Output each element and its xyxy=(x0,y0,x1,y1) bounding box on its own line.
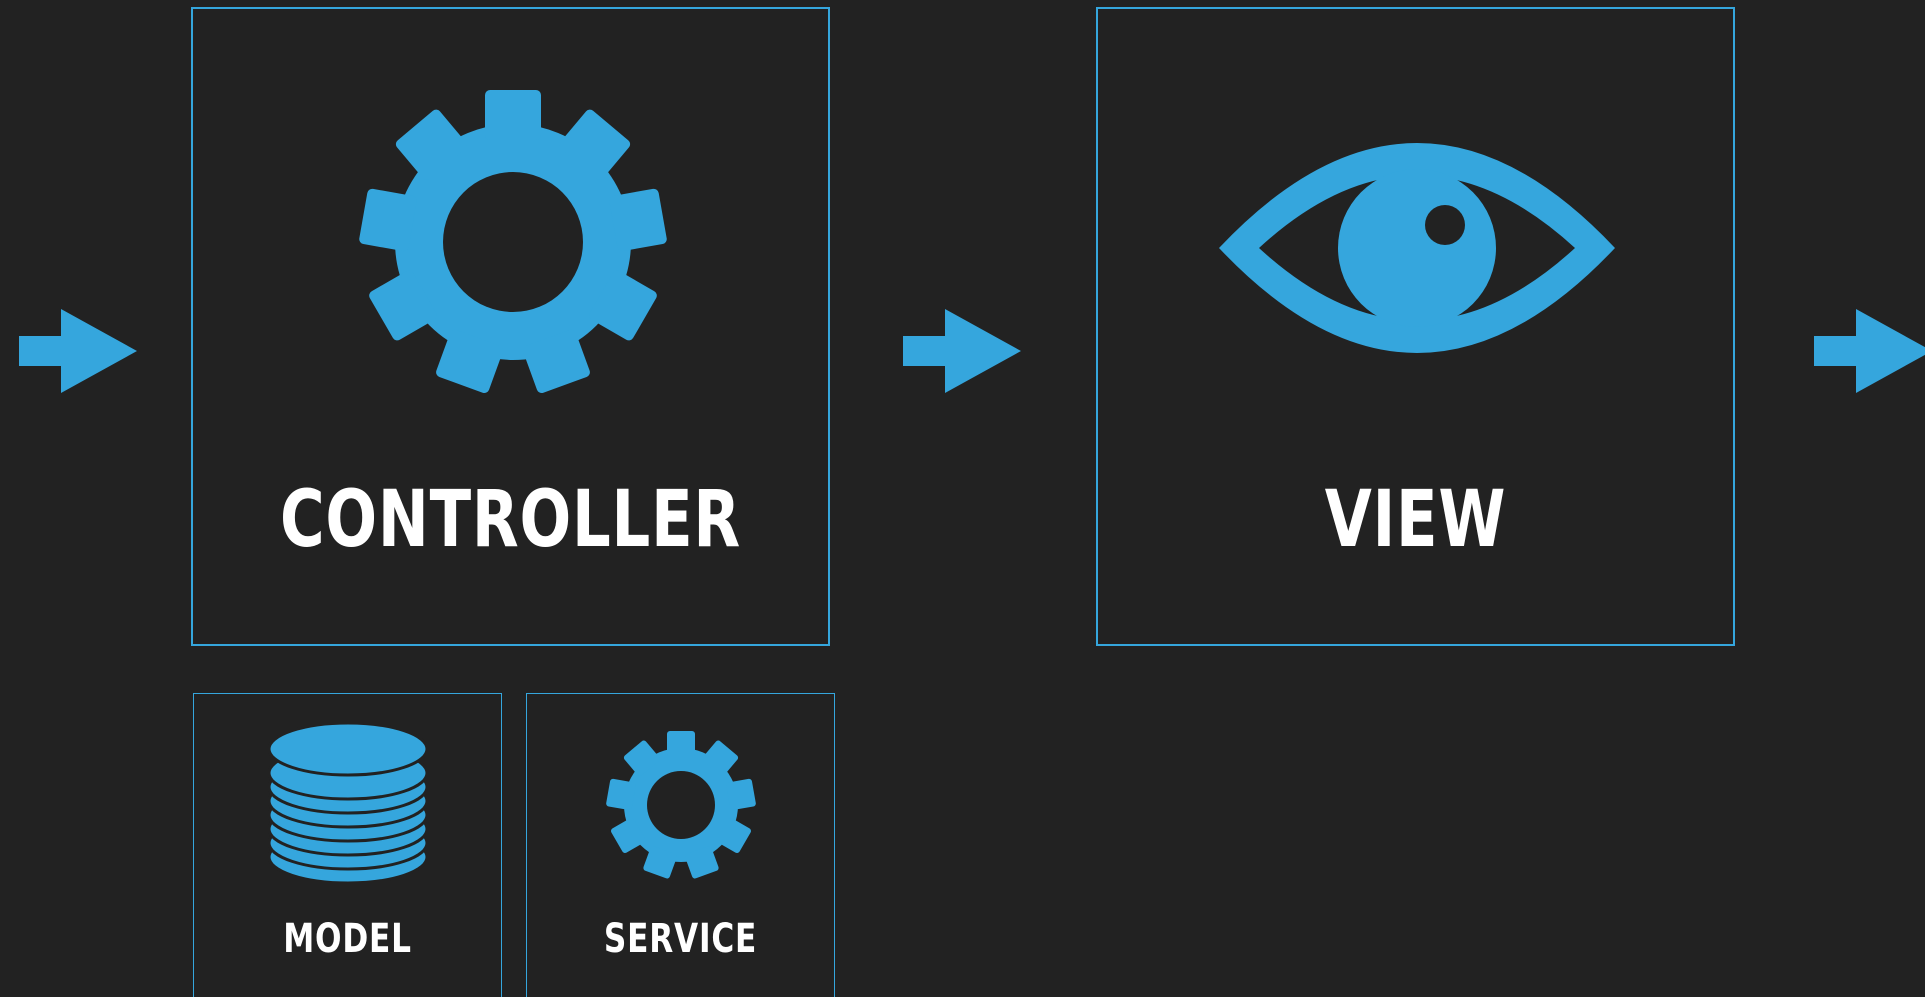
controller-node: CONTROLLER xyxy=(191,7,830,646)
model-node: MODEL xyxy=(193,693,502,997)
service-label: SERVICE xyxy=(603,916,758,962)
service-node: SERVICE xyxy=(526,693,835,997)
gear-icon xyxy=(359,90,667,394)
database-icon xyxy=(267,721,429,885)
arrow-right-icon xyxy=(1814,309,1925,393)
model-label: MODEL xyxy=(283,916,412,962)
arrow-right-icon xyxy=(19,309,137,393)
gear-icon xyxy=(606,731,756,879)
view-node: VIEW xyxy=(1096,7,1735,646)
eye-icon xyxy=(1219,143,1615,353)
arrow-right-icon xyxy=(903,309,1021,393)
controller-label: CONTROLLER xyxy=(279,475,742,565)
view-label: VIEW xyxy=(1324,475,1507,565)
